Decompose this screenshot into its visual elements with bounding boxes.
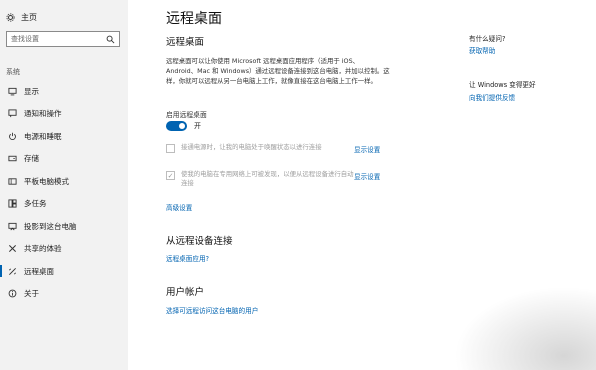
sidebar-item-tablet-mode[interactable]: 平板电脑模式 xyxy=(0,170,128,193)
home-label: 主页 xyxy=(21,12,37,22)
discoverable-option: ✓ 使我的电脑在专用网络上可被发现，以便从远程设备进行自动连接 xyxy=(166,170,357,188)
corner-shadow xyxy=(436,275,596,370)
sidebar-item-shared-experience[interactable]: 共享的体验 xyxy=(0,238,128,261)
sidebar-item-label: 平板电脑模式 xyxy=(24,176,69,186)
remote-desktop-description: 远程桌面可以让你使用 Microsoft 远程桌面应用程序（适用于 iOS、An… xyxy=(166,57,390,85)
tablet-mode-icon xyxy=(8,177,17,186)
sidebar-item-label: 远程桌面 xyxy=(24,266,54,276)
search-placeholder: 查找设置 xyxy=(11,35,39,43)
multitask-icon xyxy=(8,199,17,208)
remote-desktop-icon xyxy=(8,267,17,276)
keep-awake-checkbox[interactable] xyxy=(166,144,175,153)
enable-remote-desktop-toggle[interactable] xyxy=(166,121,187,131)
sidebar-item-storage[interactable]: 存储 xyxy=(0,148,128,171)
get-help-link[interactable]: 获取帮助 xyxy=(469,45,495,55)
search-input[interactable]: 查找设置 xyxy=(6,31,120,47)
toggle-state-label: 开 xyxy=(194,122,201,130)
shared-experience-icon xyxy=(8,244,17,253)
sidebar-item-multitask[interactable]: 多任务 xyxy=(0,193,128,216)
section-title-user-accounts: 用户帐户 xyxy=(166,287,205,298)
gear-icon xyxy=(6,12,15,22)
select-users-link[interactable]: 选择可远程访问这台电脑的用户 xyxy=(166,305,258,315)
sidebar: 主页 查找设置 系统 显示 通知和操作 电源和睡眠 存储 平板电脑模式 多任务 … xyxy=(0,0,128,370)
search-icon[interactable] xyxy=(106,35,115,44)
sidebar-item-display[interactable]: 显示 xyxy=(0,80,128,103)
section-title-remote-desktop: 远程桌面 xyxy=(166,37,205,48)
info-icon xyxy=(8,289,17,298)
sidebar-item-notifications[interactable]: 通知和操作 xyxy=(0,103,128,126)
sidebar-item-label: 多任务 xyxy=(24,199,47,209)
home-nav-item[interactable]: 主页 xyxy=(6,8,37,26)
toggle-knob xyxy=(179,123,185,129)
sidebar-item-label: 关于 xyxy=(24,289,39,299)
sidebar-item-label: 共享的体验 xyxy=(24,244,62,254)
discoverable-text: 使我的电脑在专用网络上可被发现，以便从远程设备进行自动连接 xyxy=(181,170,354,187)
feedback-link[interactable]: 向我们提供反馈 xyxy=(469,92,515,102)
keep-awake-text: 接通电源时，让我的电脑处于唤醒状态以进行连接 xyxy=(181,143,322,151)
show-settings-link-2[interactable]: 显示设置 xyxy=(354,171,380,181)
sidebar-item-project[interactable]: 投影到这台电脑 xyxy=(0,215,128,238)
monitor-icon xyxy=(8,87,17,96)
improve-windows-heading: 让 Windows 变得更好 xyxy=(469,81,536,89)
sidebar-nav: 显示 通知和操作 电源和睡眠 存储 平板电脑模式 多任务 投影到这台电脑 共享的… xyxy=(0,80,128,305)
enable-remote-desktop-label: 启用远程桌面 xyxy=(166,111,207,119)
keep-awake-option: 接通电源时，让我的电脑处于唤醒状态以进行连接 xyxy=(166,143,357,153)
checkmark-icon: ✓ xyxy=(167,171,174,180)
sidebar-item-label: 电源和睡眠 xyxy=(24,131,62,141)
sidebar-item-remote-desktop[interactable]: 远程桌面 xyxy=(0,260,128,283)
question-heading: 有什么疑问? xyxy=(469,35,506,43)
advanced-settings-link[interactable]: 高级设置 xyxy=(166,202,192,212)
sidebar-item-label: 存储 xyxy=(24,154,39,164)
section-label-system: 系统 xyxy=(6,68,20,76)
discoverable-checkbox[interactable]: ✓ xyxy=(166,171,175,180)
sidebar-item-label: 投影到这台电脑 xyxy=(24,221,77,231)
project-icon xyxy=(8,222,17,231)
sidebar-item-power[interactable]: 电源和睡眠 xyxy=(0,125,128,148)
sidebar-item-about[interactable]: 关于 xyxy=(0,283,128,306)
notification-icon xyxy=(8,109,17,118)
sidebar-item-label: 通知和操作 xyxy=(24,109,62,119)
section-title-connect: 从远程设备连接 xyxy=(166,236,233,247)
power-icon xyxy=(8,132,17,141)
sidebar-item-label: 显示 xyxy=(24,86,39,96)
storage-icon xyxy=(8,154,17,163)
show-settings-link-1[interactable]: 显示设置 xyxy=(354,144,380,154)
remote-desktop-app-link[interactable]: 远程桌面应用? xyxy=(166,253,209,263)
page-title: 远程桌面 xyxy=(166,11,222,27)
